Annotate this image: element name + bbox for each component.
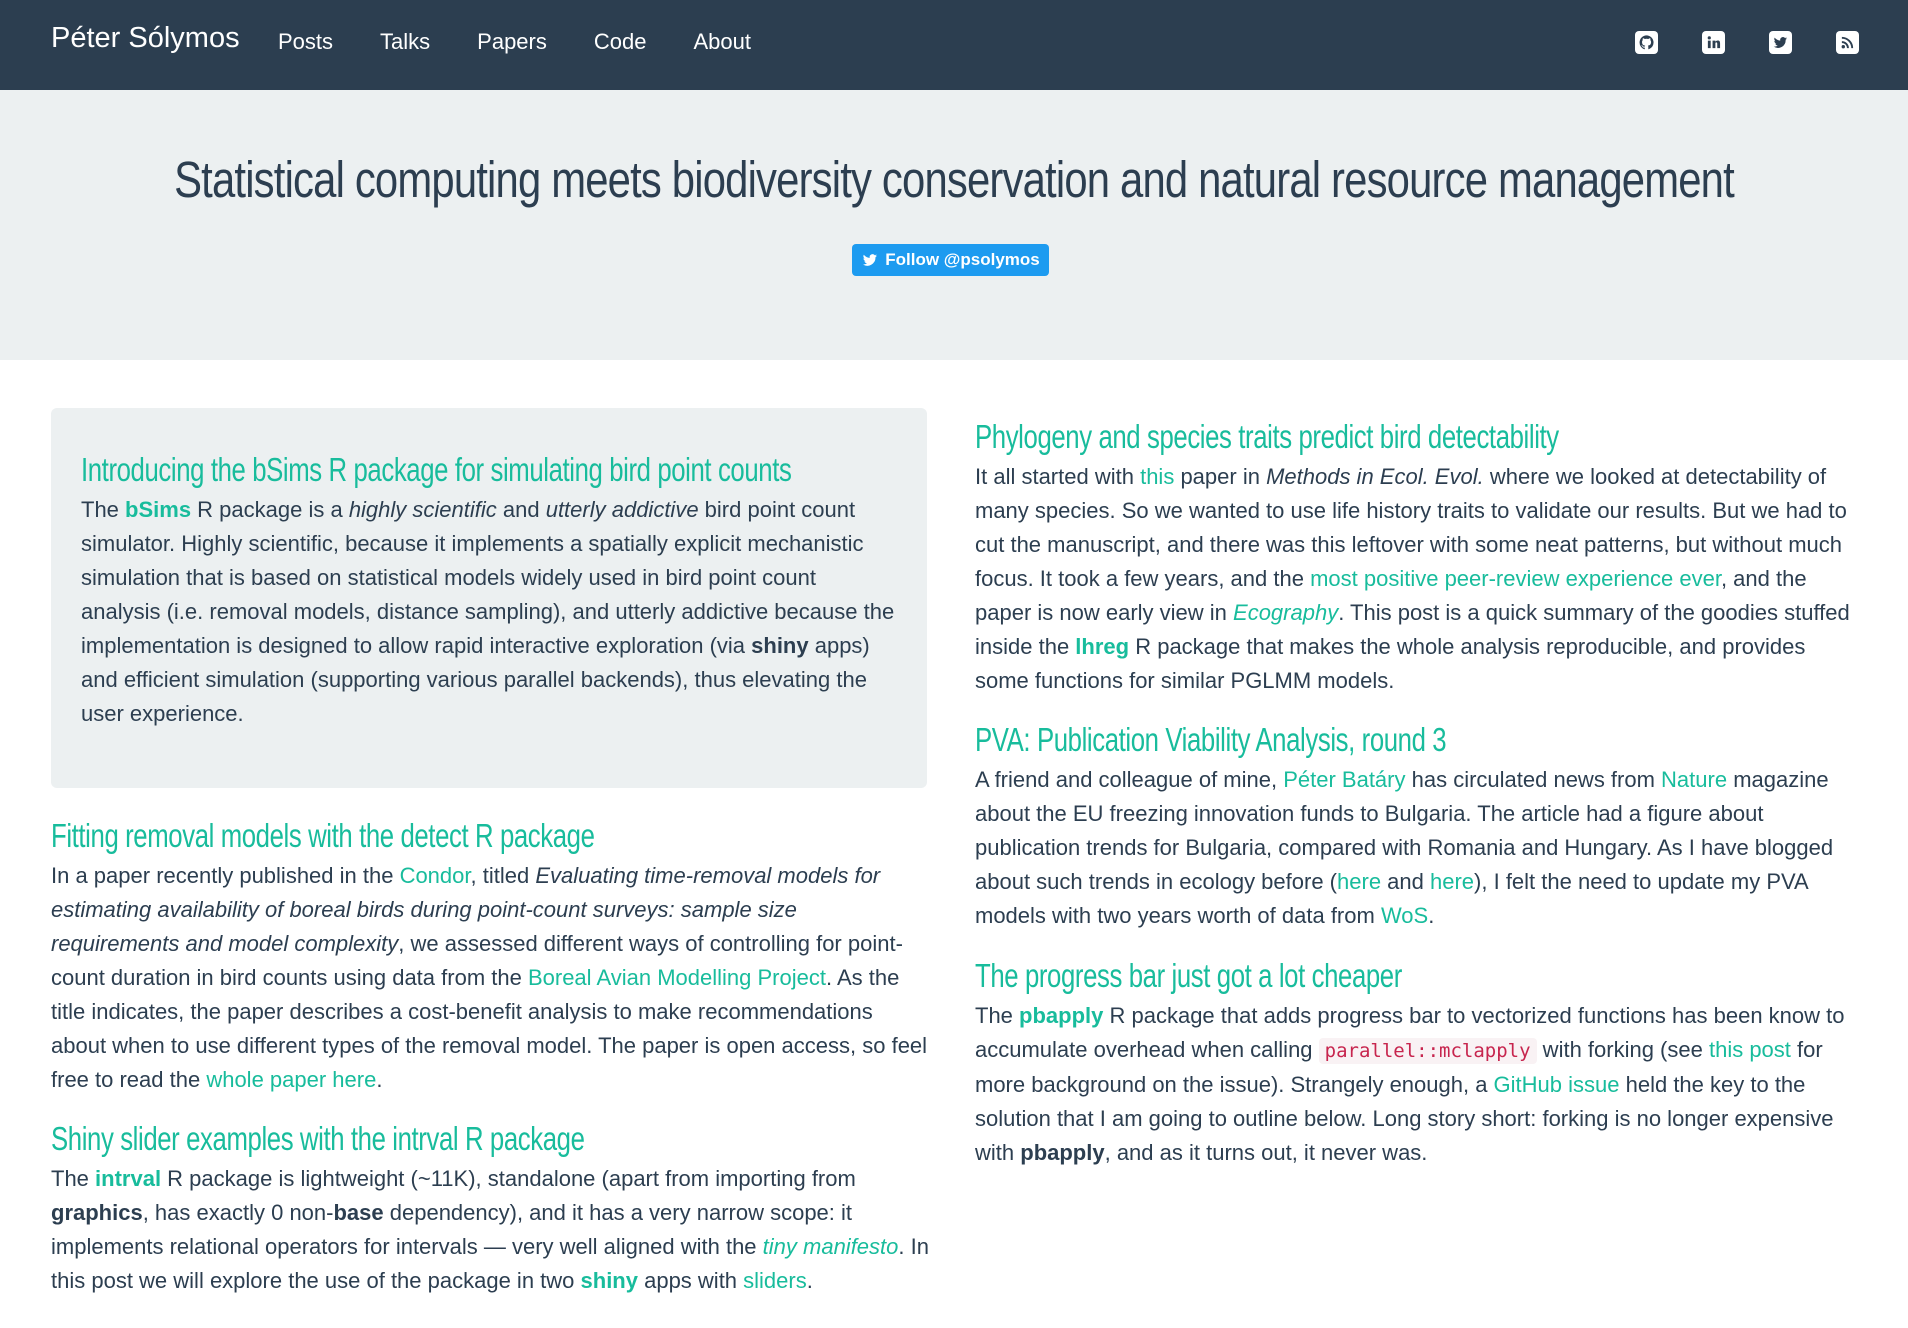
post-excerpt: It all started with this paper in Method… [975, 464, 1850, 693]
post-link[interactable]: sliders [743, 1268, 807, 1293]
nav-link-talks[interactable]: Talks [380, 29, 430, 55]
post-link[interactable]: bSims [125, 497, 191, 522]
hero-banner: Statistical computing meets biodiversity… [0, 90, 1908, 360]
github-icon[interactable] [1635, 31, 1658, 54]
post-link[interactable]: Péter Batáry [1283, 767, 1405, 792]
post-link[interactable]: whole paper here [206, 1067, 376, 1092]
post-link[interactable]: most positive peer-review experience eve… [1310, 566, 1721, 591]
nav-link-posts[interactable]: Posts [278, 29, 333, 55]
featured-post: Introducing the bSims R package for simu… [51, 408, 927, 788]
rss-icon[interactable] [1836, 31, 1859, 54]
post-item: Fitting removal models with the detect R… [51, 817, 931, 1097]
inline-code: parallel::mclapply [1318, 1038, 1537, 1064]
post-link[interactable]: pbapply [1019, 1003, 1103, 1028]
twitter-bird-icon [863, 254, 878, 266]
post-link[interactable]: Boreal Avian Modelling Project [528, 965, 826, 990]
post-link[interactable]: Condor [400, 863, 471, 888]
post-title[interactable]: Introducing the bSims R package for simu… [81, 451, 792, 489]
post-title[interactable]: Shiny slider examples with the intrval R… [51, 1120, 737, 1158]
post-excerpt: The intrval R package is lightweight (~1… [51, 1166, 929, 1293]
navbar: Péter Sólymos Posts Talks Papers Code Ab… [0, 0, 1908, 90]
social-links [1591, 31, 1859, 54]
post-excerpt: The bSims R package is a highly scientif… [81, 497, 895, 726]
nav-link-about[interactable]: About [693, 29, 751, 55]
post-link[interactable]: WoS [1381, 903, 1428, 928]
post-title[interactable]: The progress bar just got a lot cheaper [975, 957, 1661, 995]
hero-title: Statistical computing meets biodiversity… [174, 151, 1735, 208]
post-title[interactable]: PVA: Publication Viability Analysis, rou… [975, 721, 1661, 759]
post-link[interactable]: here [1430, 869, 1474, 894]
post-link[interactable]: this post [1709, 1037, 1791, 1062]
post-item: The progress bar just got a lot cheaper … [975, 957, 1855, 1170]
post-excerpt: The pbapply R package that adds progress… [975, 1003, 1845, 1165]
post-item: PVA: Publication Viability Analysis, rou… [975, 721, 1855, 933]
post-link[interactable]: Ecography [1233, 600, 1338, 625]
post-item: Shiny slider examples with the intrval R… [51, 1120, 931, 1298]
twitter-icon[interactable] [1769, 31, 1792, 54]
post-link[interactable]: this [1140, 464, 1174, 489]
twitter-follow-button[interactable]: Follow @psolymos [852, 244, 1049, 276]
post-excerpt: A friend and colleague of mine, Péter Ba… [975, 767, 1834, 928]
post-item: Phylogeny and species traits predict bir… [975, 418, 1855, 698]
post-link[interactable]: tiny manifesto [763, 1234, 899, 1259]
post-link[interactable]: Nature [1661, 767, 1727, 792]
linkedin-icon[interactable] [1702, 31, 1725, 54]
site-brand[interactable]: Péter Sólymos [51, 22, 240, 55]
post-link[interactable]: here [1337, 869, 1381, 894]
post-link[interactable]: intrval [95, 1166, 161, 1191]
post-link[interactable]: GitHub issue [1494, 1072, 1620, 1097]
post-link[interactable]: shiny [581, 1268, 638, 1293]
post-link[interactable]: lhreg [1075, 634, 1129, 659]
post-excerpt: In a paper recently published in the Con… [51, 863, 928, 1092]
nav-links: Posts Talks Papers Code About [278, 29, 798, 55]
post-title[interactable]: Phylogeny and species traits predict bir… [975, 418, 1661, 456]
post-title[interactable]: Fitting removal models with the detect R… [51, 817, 737, 855]
nav-link-code[interactable]: Code [594, 29, 647, 55]
follow-label: Follow @psolymos [885, 250, 1040, 269]
nav-link-papers[interactable]: Papers [477, 29, 547, 55]
